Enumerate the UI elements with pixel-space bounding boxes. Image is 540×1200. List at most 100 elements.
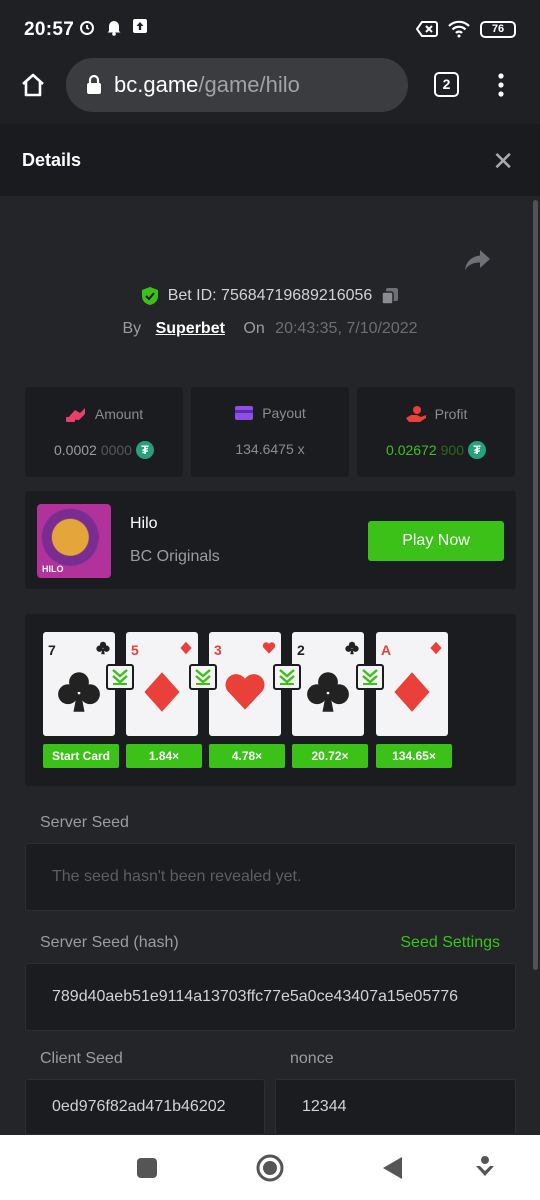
recents-icon[interactable] xyxy=(136,1157,158,1179)
server-seed-hash-field[interactable]: 789d40aeb51e9114a13703ffc77e5a0ce43407a1… xyxy=(25,963,516,1031)
game-provider: BC Originals xyxy=(130,548,220,565)
server-seed-hash-value: 789d40aeb51e9114a13703ffc77e5a0ce43407a1… xyxy=(52,988,459,1005)
clubs-icon xyxy=(96,641,110,655)
guess-lower-marker xyxy=(189,664,217,690)
clubs-icon xyxy=(58,672,100,712)
guess-lower-marker xyxy=(106,664,134,690)
hearts-icon xyxy=(262,642,276,654)
assistant-icon[interactable] xyxy=(474,1155,496,1179)
card-rank: 2 xyxy=(297,642,305,658)
profit-icon xyxy=(405,406,426,422)
client-seed-field[interactable]: 0ed976f82ad471b46202 xyxy=(25,1079,265,1135)
nonce-value: 12344 xyxy=(302,1098,347,1115)
chevron-down-icon xyxy=(112,669,128,685)
card-rank: 3 xyxy=(214,642,222,658)
diamonds-icon xyxy=(430,641,442,655)
server-seed-value: The seed hasn't been revealed yet. xyxy=(52,868,302,885)
on-label: On xyxy=(243,320,265,337)
details-header: Details ✕ xyxy=(0,124,540,196)
amount-card: Amount 0.0002 0000 ₮ xyxy=(25,387,183,477)
seed-settings-link[interactable]: Seed Settings xyxy=(400,934,500,952)
by-label: By xyxy=(122,320,142,337)
chevron-down-icon xyxy=(362,669,378,685)
game-thumbnail[interactable]: HILO xyxy=(37,504,111,578)
back-icon[interactable] xyxy=(382,1156,404,1180)
multiplier-badge: 134.65× xyxy=(376,744,452,768)
card-rank: 5 xyxy=(131,642,139,658)
shield-check-icon xyxy=(141,287,158,305)
bet-byline: By Superbet On 20:43:35, 7/10/2022 xyxy=(0,320,540,338)
url-host: bc.game xyxy=(114,72,199,97)
game-info: HILO Hilo BC Originals Play Now xyxy=(25,491,516,589)
user-link[interactable]: Superbet xyxy=(156,320,225,337)
home-button-icon[interactable] xyxy=(255,1153,285,1183)
payout-value: 134.6475 x xyxy=(235,441,305,457)
client-seed-label: Client Seed xyxy=(40,1050,123,1067)
status-left-icons xyxy=(78,18,148,36)
game-name: Hilo xyxy=(130,515,158,532)
amount-value-dim: 0000 xyxy=(100,442,132,458)
amount-icon xyxy=(65,408,85,422)
card-3: 3 xyxy=(209,632,281,736)
close-icon[interactable]: ✕ xyxy=(492,146,514,177)
guess-lower-marker xyxy=(273,664,301,690)
play-now-button[interactable]: Play Now xyxy=(368,521,504,561)
card-1: 7 xyxy=(43,632,115,736)
status-bar: 20:57 76 xyxy=(0,0,540,60)
card-5: A xyxy=(376,632,448,736)
payout-label: Payout xyxy=(262,405,306,421)
profit-value-dim: 900 xyxy=(440,442,464,458)
system-nav-bar xyxy=(0,1135,540,1200)
alarm-icon xyxy=(80,21,94,35)
server-seed-field[interactable]: The seed hasn't been revealed yet. xyxy=(25,843,516,911)
home-icon[interactable] xyxy=(20,72,46,98)
card-2: 5 xyxy=(126,632,198,736)
multiplier-badge: 1.84× xyxy=(126,744,202,768)
no-sim-icon xyxy=(416,21,438,37)
profit-label: Profit xyxy=(434,406,468,422)
chevron-down-icon xyxy=(279,669,295,685)
payout-card: Payout 134.6475 x xyxy=(191,387,349,477)
card-rank: A xyxy=(381,642,392,658)
upload-icon xyxy=(133,19,147,33)
diamonds-icon xyxy=(394,672,430,712)
lock-icon xyxy=(87,75,101,94)
multiplier-badge: Start Card xyxy=(43,744,119,768)
amount-label: Amount xyxy=(94,406,144,422)
bet-datetime: 20:43:35, 7/10/2022 xyxy=(275,320,418,337)
status-right-icons: 76 xyxy=(416,20,516,38)
battery-indicator: 76 xyxy=(480,20,516,38)
profit-value: 0.02672 xyxy=(386,442,437,458)
profit-card: Profit 0.02672 900 ₮ xyxy=(357,387,515,477)
scrollbar[interactable] xyxy=(533,200,538,970)
amount-value: 0.0002 xyxy=(54,442,97,458)
chevron-down-icon xyxy=(195,669,211,685)
bet-id-row: Bet ID: 75684719689216056 xyxy=(0,286,540,306)
bell-icon xyxy=(107,21,121,36)
multiplier-badge: 20.72× xyxy=(292,744,368,768)
server-seed-hash-label: Server Seed (hash) xyxy=(40,934,179,951)
more-vert-icon[interactable] xyxy=(496,72,506,98)
card-4: 2 xyxy=(292,632,364,736)
wifi-icon xyxy=(448,20,470,38)
client-seed-value: 0ed976f82ad471b46202 xyxy=(52,1098,226,1115)
server-seed-label: Server Seed xyxy=(40,814,129,831)
status-time: 20:57 xyxy=(24,19,75,40)
usdt-icon: ₮ xyxy=(135,441,154,459)
url-path: /game/hilo xyxy=(198,72,300,97)
hearts-icon xyxy=(225,674,265,710)
nonce-field[interactable]: 12344 xyxy=(275,1079,516,1135)
bet-id: Bet ID: 75684719689216056 xyxy=(167,287,373,304)
diamonds-icon xyxy=(144,672,180,712)
payout-icon xyxy=(235,406,254,420)
share-icon[interactable] xyxy=(464,248,492,272)
address-bar[interactable]: bc.game/game/hilo xyxy=(66,58,408,112)
page-title: Details xyxy=(22,150,82,170)
card-rank: 7 xyxy=(48,642,56,658)
guess-lower-marker xyxy=(356,664,384,690)
copy-icon[interactable] xyxy=(380,286,400,306)
clubs-icon xyxy=(345,641,359,655)
clubs-icon xyxy=(307,672,349,712)
tab-switcher-button[interactable]: 2 xyxy=(434,72,459,97)
nonce-label: nonce xyxy=(290,1050,334,1067)
